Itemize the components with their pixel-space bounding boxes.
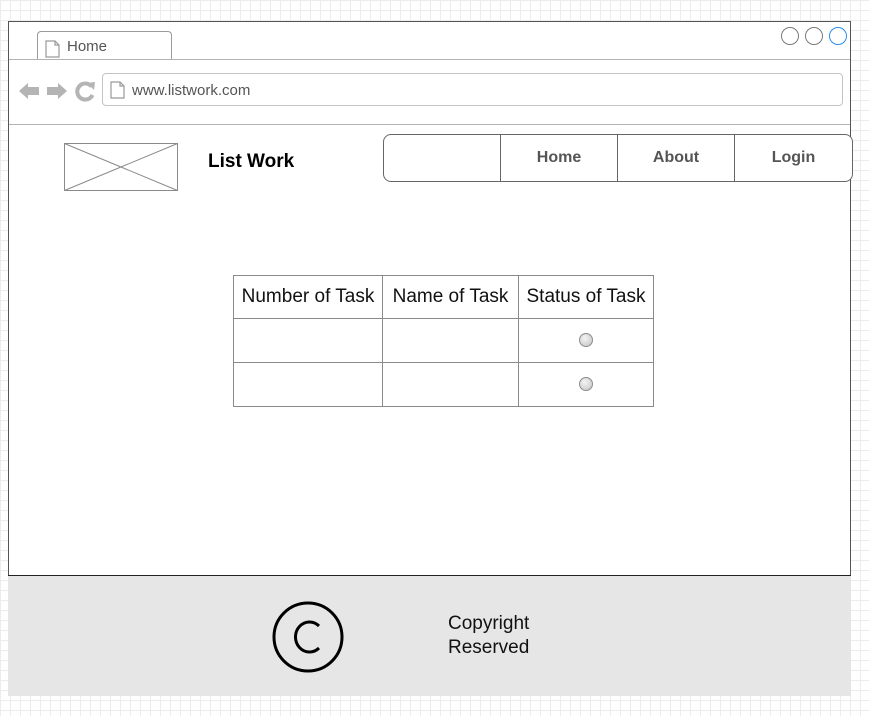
browser-window: Home www.listwork.com List Work Home Abo… <box>8 21 853 696</box>
nav-home-button[interactable]: Home <box>500 135 617 181</box>
task-table: Number of Task Name of Task Status of Ta… <box>233 275 654 407</box>
table-row <box>233 318 654 363</box>
table-row <box>233 362 654 407</box>
copyright-icon <box>272 601 344 673</box>
address-bar[interactable]: www.listwork.com <box>102 73 843 106</box>
column-header-number: Number of Task <box>233 275 383 319</box>
url-text: www.listwork.com <box>132 82 251 99</box>
task-name-cell <box>382 362 519 407</box>
column-header-name: Name of Task <box>382 275 519 319</box>
task-name-cell <box>382 318 519 363</box>
window-control-circle[interactable] <box>781 27 799 45</box>
task-status-cell <box>518 318 654 363</box>
chrome-divider <box>9 124 850 125</box>
task-status-cell <box>518 362 654 407</box>
tab-divider <box>9 59 850 60</box>
forward-arrow-icon[interactable] <box>46 80 68 102</box>
status-radio-button[interactable] <box>579 377 593 392</box>
browser-tab-home[interactable]: Home <box>37 31 172 60</box>
site-title: List Work <box>208 151 295 172</box>
footer: Copyright Reserved <box>8 575 851 696</box>
logo-placeholder-image <box>64 143 178 191</box>
table-header-row: Number of Task Name of Task Status of Ta… <box>233 275 654 319</box>
window-control-circle[interactable] <box>829 27 847 45</box>
task-number-cell <box>233 318 383 363</box>
tab-label: Home <box>67 38 108 55</box>
copyright-text: Copyright Reserved <box>448 612 529 660</box>
copyright-line: Copyright <box>448 613 530 634</box>
reserved-line: Reserved <box>448 637 530 658</box>
nav-login-button[interactable]: Login <box>734 135 852 181</box>
status-radio-button[interactable] <box>579 333 593 348</box>
nav-about-button[interactable]: About <box>617 135 734 181</box>
back-arrow-icon[interactable] <box>18 80 40 102</box>
column-header-status: Status of Task <box>518 275 654 319</box>
reload-icon[interactable] <box>74 80 96 102</box>
window-control-circle[interactable] <box>805 27 823 45</box>
task-number-cell <box>233 362 383 407</box>
page-icon <box>110 81 125 99</box>
page-icon <box>45 40 60 58</box>
nav-bar: Home About Login <box>383 134 853 182</box>
